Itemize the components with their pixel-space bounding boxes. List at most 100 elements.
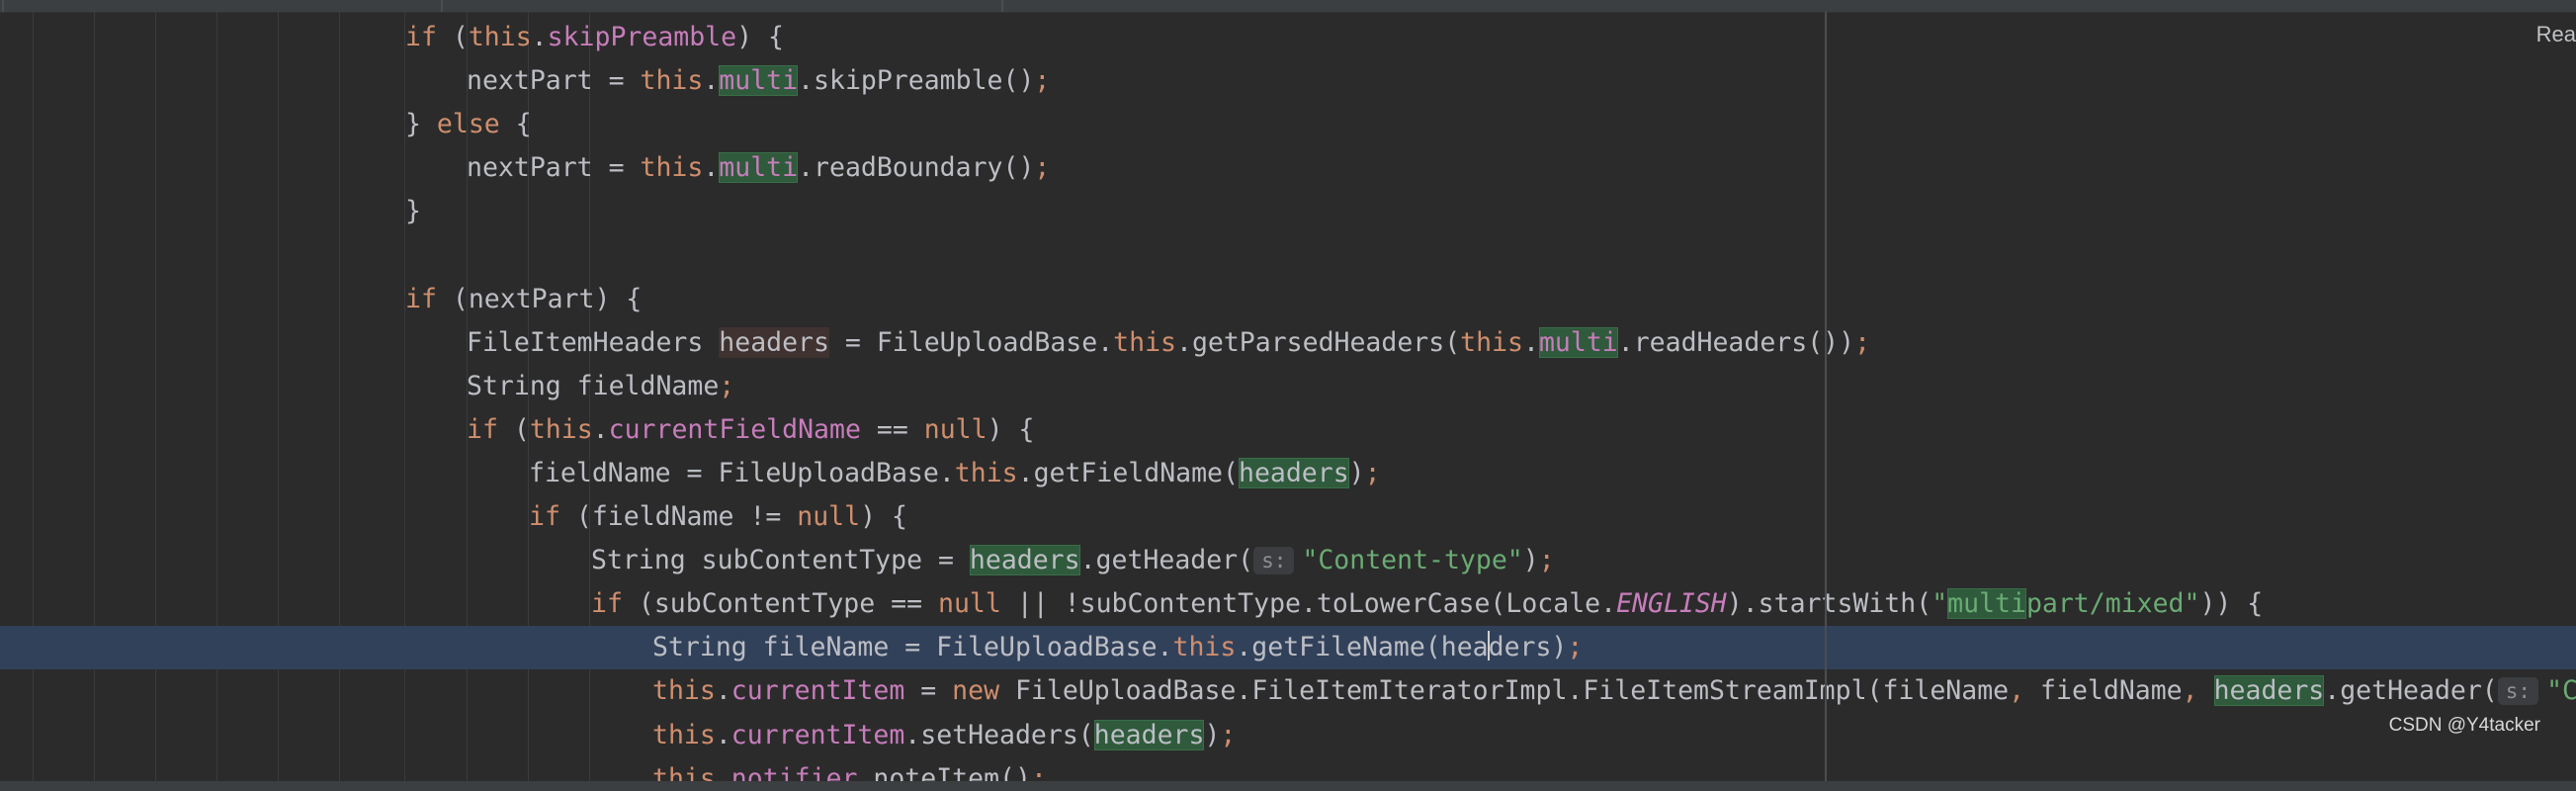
- code-text: if (fieldName != null) {: [529, 495, 907, 539]
- code-token: if: [405, 22, 437, 52]
- code-token: ;: [1220, 720, 1237, 750]
- code-token: this: [1172, 632, 1237, 662]
- code-line[interactable]: }: [0, 190, 2576, 233]
- code-token: headers: [969, 545, 1080, 575]
- code-token: .readHeaders()): [1617, 327, 1855, 358]
- code-line[interactable]: if (this.currentFieldName == null) {: [0, 408, 2576, 452]
- code-text: String subContentType = headers.getHeade…: [591, 539, 1555, 582]
- watermark: CSDN @Y4tacker: [2388, 715, 2540, 736]
- code-token: ;: [1364, 458, 1381, 488]
- code-line[interactable]: nextPart = this.multi.readBoundary();: [0, 146, 2576, 190]
- code-token: this: [652, 675, 716, 706]
- code-token: null: [797, 501, 861, 532]
- code-token: else: [436, 109, 500, 139]
- code-token: ;: [1034, 65, 1051, 96]
- code-text: String fileName = FileUploadBase.this.ge…: [652, 626, 1583, 669]
- horizontal-scrollbar[interactable]: [0, 781, 2576, 791]
- code-token: ;: [1567, 632, 1584, 662]
- code-token: multi: [719, 65, 799, 96]
- code-token: .: [703, 65, 720, 96]
- code-token: .: [531, 22, 548, 52]
- code-token: null: [923, 414, 987, 445]
- code-text: nextPart = this.multi.skipPreamble();: [467, 59, 1050, 103]
- code-token: )) {: [2199, 588, 2264, 619]
- code-token: ) {: [860, 501, 907, 532]
- code-token: "Content-type": [1302, 545, 1523, 575]
- code-token: if: [467, 414, 498, 445]
- code-token: }: [405, 109, 437, 139]
- tab-divider: [1001, 0, 1003, 12]
- code-token: if: [405, 284, 437, 314]
- code-token: fieldName = FileUploadBase.: [529, 458, 955, 488]
- editor-tab-strip: [0, 0, 2576, 13]
- code-line[interactable]: [0, 233, 2576, 277]
- code-line[interactable]: } else {: [0, 103, 2576, 146]
- code-token: ) {: [736, 22, 784, 52]
- code-token: =: [904, 675, 953, 706]
- code-line[interactable]: nextPart = this.multi.skipPreamble();: [0, 59, 2576, 103]
- code-token: String fileName = FileUploadBase.: [652, 632, 1173, 662]
- code-line[interactable]: if (subContentType == null || !subConten…: [0, 582, 2576, 626]
- code-line[interactable]: this.currentItem.setHeaders(headers);: [0, 714, 2576, 757]
- code-token: new: [952, 675, 1000, 706]
- code-token: ;: [1538, 545, 1555, 575]
- code-token: this: [640, 65, 704, 96]
- code-token: this: [468, 22, 532, 52]
- code-token: this: [1460, 327, 1523, 358]
- code-token: .getHeader(: [2324, 675, 2498, 706]
- code-token: null: [938, 588, 1001, 619]
- code-text: String fieldName;: [467, 365, 734, 408]
- code-token: multi: [1538, 327, 1618, 358]
- code-token: (: [436, 22, 469, 52]
- code-token: nextPart =: [467, 65, 641, 96]
- code-token: this: [640, 152, 704, 183]
- code-token: ==: [860, 414, 924, 445]
- code-line[interactable]: if (fieldName != null) {: [0, 495, 2576, 539]
- code-token: currentFieldName: [608, 414, 861, 445]
- code-token: nextPart =: [467, 152, 641, 183]
- code-token: }: [405, 196, 421, 226]
- code-token: .getHeader(: [1079, 545, 1254, 575]
- code-token: if: [591, 588, 623, 619]
- code-token: ;: [1854, 327, 1871, 358]
- code-token: multi: [1947, 588, 2026, 619]
- code-text: FileItemHeaders headers = FileUploadBase…: [467, 321, 1870, 365]
- code-token: .getFieldName(: [1017, 458, 1239, 488]
- code-line[interactable]: this.currentItem = new FileUploadBase.Fi…: [0, 669, 2576, 713]
- code-token: fieldName: [2024, 675, 2183, 706]
- code-token: .readBoundary(): [798, 152, 1035, 183]
- code-token: this: [1113, 327, 1176, 358]
- code-editor[interactable]: if (this.skipPreamble) {nextPart = this.…: [0, 0, 2576, 791]
- code-token: headers: [2213, 675, 2325, 706]
- code-token: ,: [2182, 675, 2198, 706]
- code-token: headers: [1238, 458, 1349, 488]
- code-text: nextPart = this.multi.readBoundary();: [467, 146, 1050, 190]
- reader-mode-toggle[interactable]: Rea: [2536, 22, 2576, 47]
- code-line-current[interactable]: String fileName = FileUploadBase.this.ge…: [0, 626, 2576, 669]
- code-text: } else {: [405, 103, 532, 146]
- code-token: skipPreamble: [547, 22, 737, 52]
- code-line[interactable]: String subContentType = headers.getHeade…: [0, 539, 2576, 582]
- code-token: || !subContentType.toLowerCase(Locale.: [1000, 588, 1617, 619]
- code-token: currentItem: [730, 720, 905, 750]
- code-line[interactable]: FileItemHeaders headers = FileUploadBase…: [0, 321, 2576, 365]
- code-token: "Content-Type": [2546, 675, 2576, 706]
- code-token: String subContentType =: [591, 545, 970, 575]
- code-token: .: [715, 675, 731, 706]
- code-token: .: [592, 414, 609, 445]
- code-token: ) {: [987, 414, 1035, 445]
- code-line[interactable]: fieldName = FileUploadBase.this.getField…: [0, 452, 2576, 495]
- code-token: this: [652, 720, 716, 750]
- code-token: part/mixed": [2025, 588, 2200, 619]
- code-text: fieldName = FileUploadBase.this.getField…: [529, 452, 1381, 495]
- code-line[interactable]: if (nextPart) {: [0, 278, 2576, 321]
- code-line[interactable]: if (this.skipPreamble) {: [0, 16, 2576, 59]
- code-token: .getParsedHeaders(: [1175, 327, 1461, 358]
- code-token: .setHeaders(: [904, 720, 1094, 750]
- code-line[interactable]: String fieldName;: [0, 365, 2576, 408]
- parameter-hint: s:: [1253, 547, 1295, 574]
- code-token: headers: [1093, 720, 1205, 750]
- code-token: multi: [719, 152, 799, 183]
- code-token: ;: [719, 371, 735, 401]
- code-token: = FileUploadBase.: [828, 327, 1114, 358]
